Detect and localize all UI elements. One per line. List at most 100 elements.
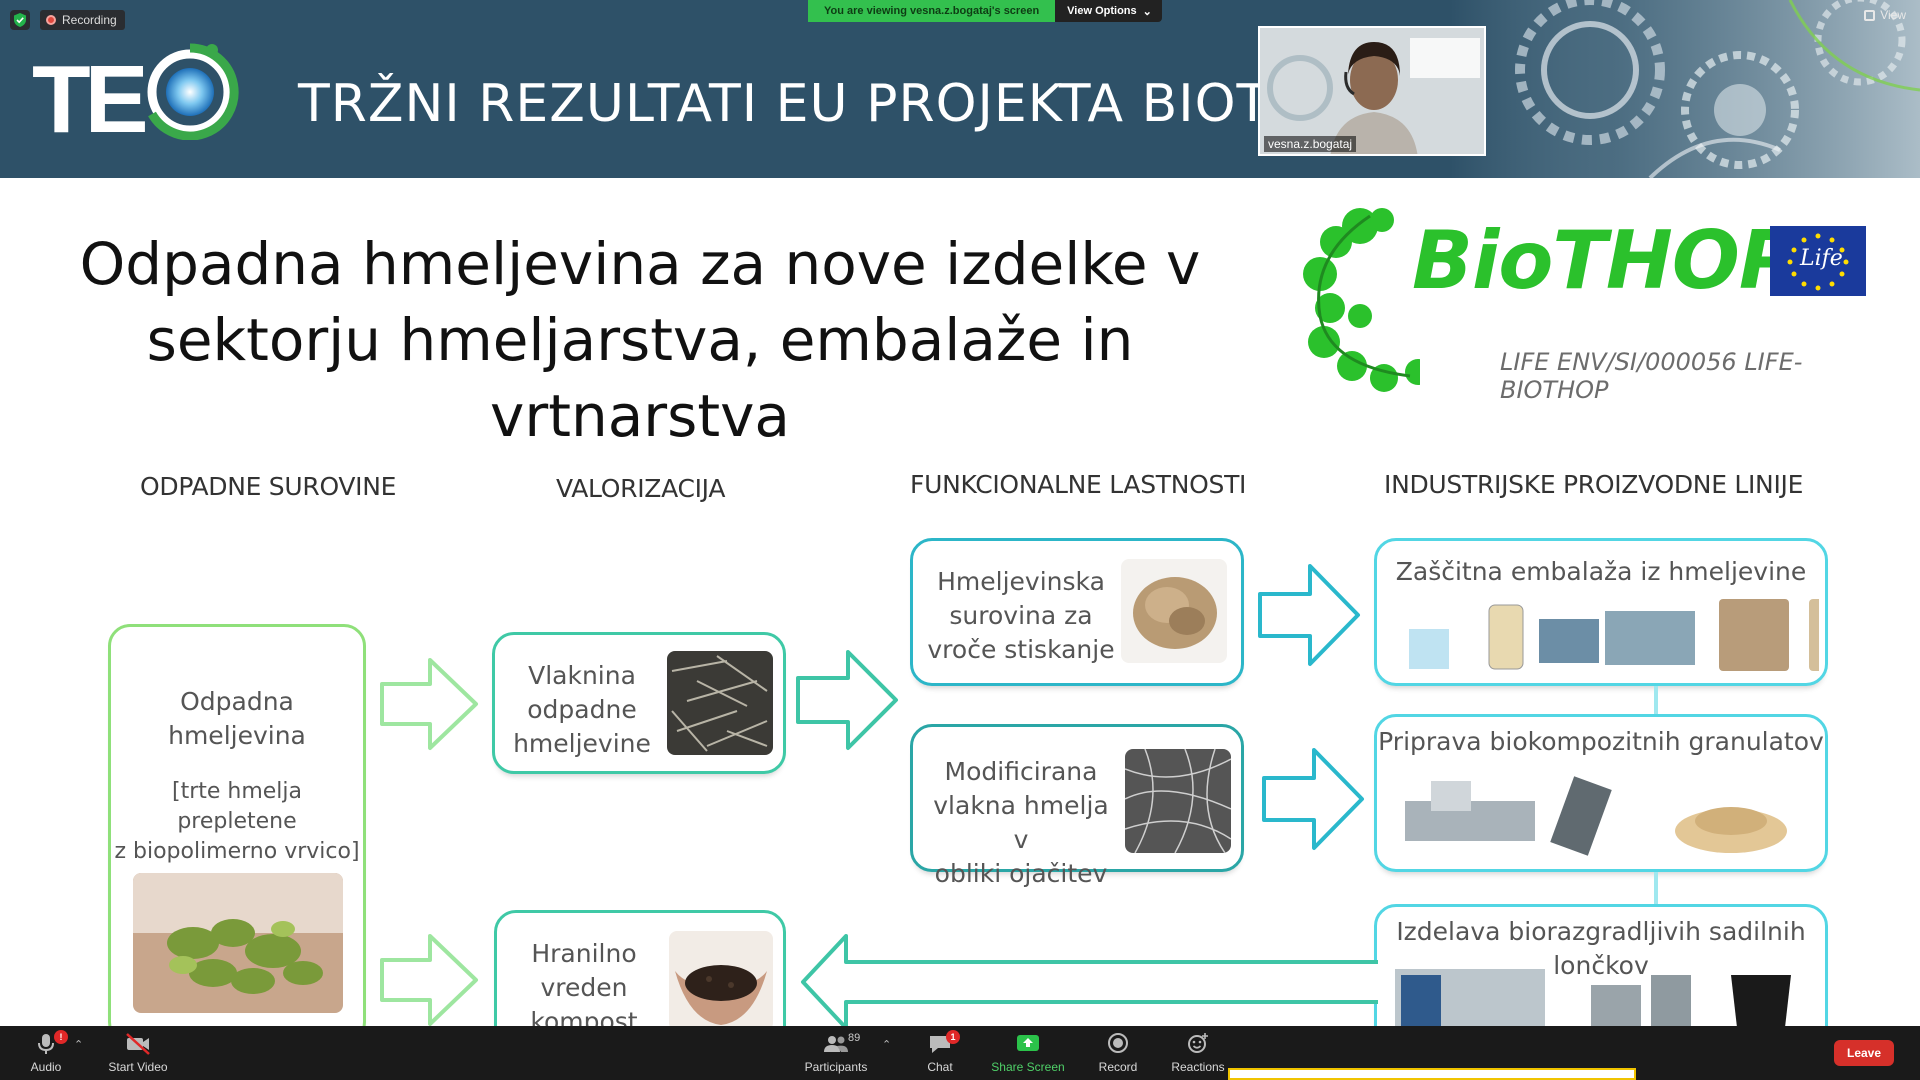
emoji-reaction-icon	[1188, 1033, 1208, 1053]
view-options-button[interactable]: View Options ⌄	[1055, 0, 1162, 22]
view-button[interactable]: View	[1864, 8, 1906, 22]
teo-logo-letters: TE	[32, 46, 149, 153]
reactions-button[interactable]: Reactions	[1158, 1032, 1238, 1074]
biothop-wordmark: BioTHOP	[1412, 214, 1798, 307]
slide-title-line-1: Odpadna hmeljevina za nove izdelke v	[79, 230, 1201, 298]
participants-label: Participants	[804, 1060, 868, 1074]
industry-box-packaging: Zaščitna embalaža iz hmeljevine	[1374, 538, 1828, 686]
modfiber-line-1: Modificirana	[944, 757, 1098, 786]
connector-line-1	[1654, 686, 1658, 714]
hop-leaves-icon	[1303, 208, 1420, 392]
life-label: Life	[1800, 246, 1843, 271]
audio-label: Audio	[30, 1060, 62, 1074]
connector-line-2	[1654, 872, 1658, 904]
record-button[interactable]: Record	[1078, 1032, 1158, 1074]
slide-header: TE TRŽNI REZULTATI EU PROJEKTA BIOTHOP v…	[0, 0, 1920, 178]
modfiber-line-3: obliki ojačitev	[934, 859, 1108, 888]
hotpress-line-3: vroče stiskanje	[927, 635, 1115, 664]
start-video-label: Start Video	[108, 1060, 168, 1074]
slide-main-title: Odpadna hmeljevina za nove izdelke v sek…	[40, 226, 1240, 454]
recording-indicator[interactable]: Recording	[40, 10, 125, 30]
arrow-right-icon	[1262, 748, 1364, 850]
security-shield-icon[interactable]	[10, 10, 30, 30]
modified-fiber-image	[1125, 749, 1231, 853]
packaging-line-illustration	[1409, 599, 1819, 671]
participants-options-caret-icon[interactable]: ⌃	[882, 1038, 891, 1051]
func-box-hotpress-text: Hmeljevinska surovina za vroče stiskanje	[923, 565, 1119, 667]
industry-granulate-label: Priprava biokompozitnih granulatov	[1378, 727, 1824, 756]
arrow-right-icon	[1258, 564, 1360, 666]
video-off-icon	[126, 1033, 150, 1055]
record-label: Record	[1098, 1060, 1138, 1074]
heading-odpadne-surovine: ODPADNE SUROVINE	[140, 472, 397, 501]
eu-life-flag: Life	[1770, 226, 1866, 296]
source-box: Odpadna hmeljevina [trte hmelja preplete…	[108, 624, 366, 1044]
valor-box-fiber-text: Vlaknina odpadne hmeljevine	[509, 659, 655, 761]
source-box-note: [trte hmelja prepletene z biopolimerno v…	[111, 777, 363, 867]
hotpress-raw-image	[1121, 559, 1227, 663]
share-screen-icon	[1017, 1035, 1039, 1051]
compost-image	[669, 931, 773, 1031]
hotpress-line-1: Hmeljevinska	[937, 567, 1105, 596]
compost-line-2: vreden	[540, 973, 628, 1002]
chat-popup-edge[interactable]	[1228, 1068, 1636, 1080]
speaker-name-label: vesna.z.bogataj	[1264, 136, 1357, 152]
source-line-3: [trte hmelja prepletene	[171, 779, 303, 834]
industry-packaging-label: Zaščitna embalaža iz hmeljevine	[1395, 557, 1807, 586]
audio-options-caret-icon[interactable]: ⌃	[74, 1038, 83, 1051]
granulate-line-illustration	[1405, 776, 1787, 856]
valor-box-compost-text: Hranilno vreden kompost	[517, 937, 651, 1039]
audio-warning-badge: !	[54, 1030, 68, 1044]
record-icon	[1108, 1033, 1128, 1053]
heading-industrijske-linije: INDUSTRIJSKE PROIZVODNE LINIJE	[1384, 470, 1804, 499]
start-video-button[interactable]: Start Video	[98, 1032, 178, 1074]
source-box-title: Odpadna hmeljevina	[111, 685, 363, 753]
leave-button[interactable]: Leave	[1834, 1040, 1894, 1066]
fiber-line-3: hmeljevine	[513, 729, 651, 758]
func-box-fibers-text: Modificirana vlakna hmelja v obliki ojač…	[923, 755, 1119, 891]
arrow-right-icon	[796, 650, 898, 750]
share-screen-label: Share Screen	[991, 1060, 1065, 1074]
participants-button[interactable]: Participants	[796, 1032, 876, 1074]
biothop-logo: BioTHOP Life LIFE ENV/SI/000056 LIFE-BIO…	[1300, 196, 1880, 404]
heading-funkcionalne-lastnosti: FUNKCIONALNE LASTNOSTI	[910, 470, 1247, 499]
chevron-down-icon: ⌄	[1142, 5, 1152, 18]
compost-line-1: Hranilno	[531, 939, 637, 968]
func-box-fibers: Modificirana vlakna hmelja v obliki ojač…	[910, 724, 1244, 888]
participants-count: 89	[848, 1032, 861, 1044]
arrow-right-icon	[380, 934, 478, 1026]
modfiber-line-2: vlakna hmelja v	[933, 791, 1109, 854]
industry-box-granulate: Priprava biokompozitnih granulatov	[1374, 714, 1828, 872]
biothop-project-code: LIFE ENV/SI/000056 LIFE-BIOTHOP	[1500, 348, 1803, 404]
recording-dot-icon	[46, 15, 56, 25]
reactions-label: Reactions	[1171, 1060, 1225, 1074]
share-screen-button[interactable]: Share Screen	[988, 1032, 1068, 1074]
arrow-right-icon	[380, 658, 478, 750]
valor-box-fiber: Vlaknina odpadne hmeljevine	[492, 632, 786, 774]
participants-icon	[824, 1036, 848, 1052]
arrow-left-long-icon	[801, 934, 1378, 1030]
recording-label: Recording	[62, 13, 117, 27]
screen-share-banner: You are viewing vesna.z.bogataj's screen…	[808, 0, 1162, 22]
fiber-image	[667, 651, 773, 755]
slide-title-line-2: sektorju hmeljarstva, embalaže in vrtnar…	[146, 306, 1134, 450]
hotpress-line-2: surovina za	[949, 601, 1093, 630]
speaker-video-tile[interactable]: vesna.z.bogataj	[1258, 26, 1486, 156]
heading-valorizacija: VALORIZACIJA	[556, 474, 726, 503]
teo-logo: TE	[32, 30, 239, 153]
teo-logo-ring	[147, 43, 239, 140]
func-box-hotpress: Hmeljevinska surovina za vroče stiskanje	[910, 538, 1244, 686]
chat-button[interactable]: Chat 1	[900, 1030, 980, 1074]
grid-view-icon	[1864, 9, 1876, 21]
chat-unread-badge: 1	[946, 1030, 960, 1044]
view-options-label: View Options	[1067, 5, 1137, 17]
chat-label: Chat	[927, 1060, 953, 1074]
gear-artwork	[1450, 0, 1920, 178]
slide-header-title: TRŽNI REZULTATI EU PROJEKTA BIOTHOP	[298, 74, 1384, 134]
source-line-2: hmeljevina	[168, 721, 306, 750]
source-line-4: z biopolimerno vrvico]	[114, 839, 360, 864]
viewing-text: You are viewing vesna.z.bogataj's screen	[808, 0, 1056, 22]
fiber-line-1: Vlaknina	[528, 661, 636, 690]
view-label: View	[1880, 8, 1906, 22]
source-line-1: Odpadna	[180, 687, 294, 716]
